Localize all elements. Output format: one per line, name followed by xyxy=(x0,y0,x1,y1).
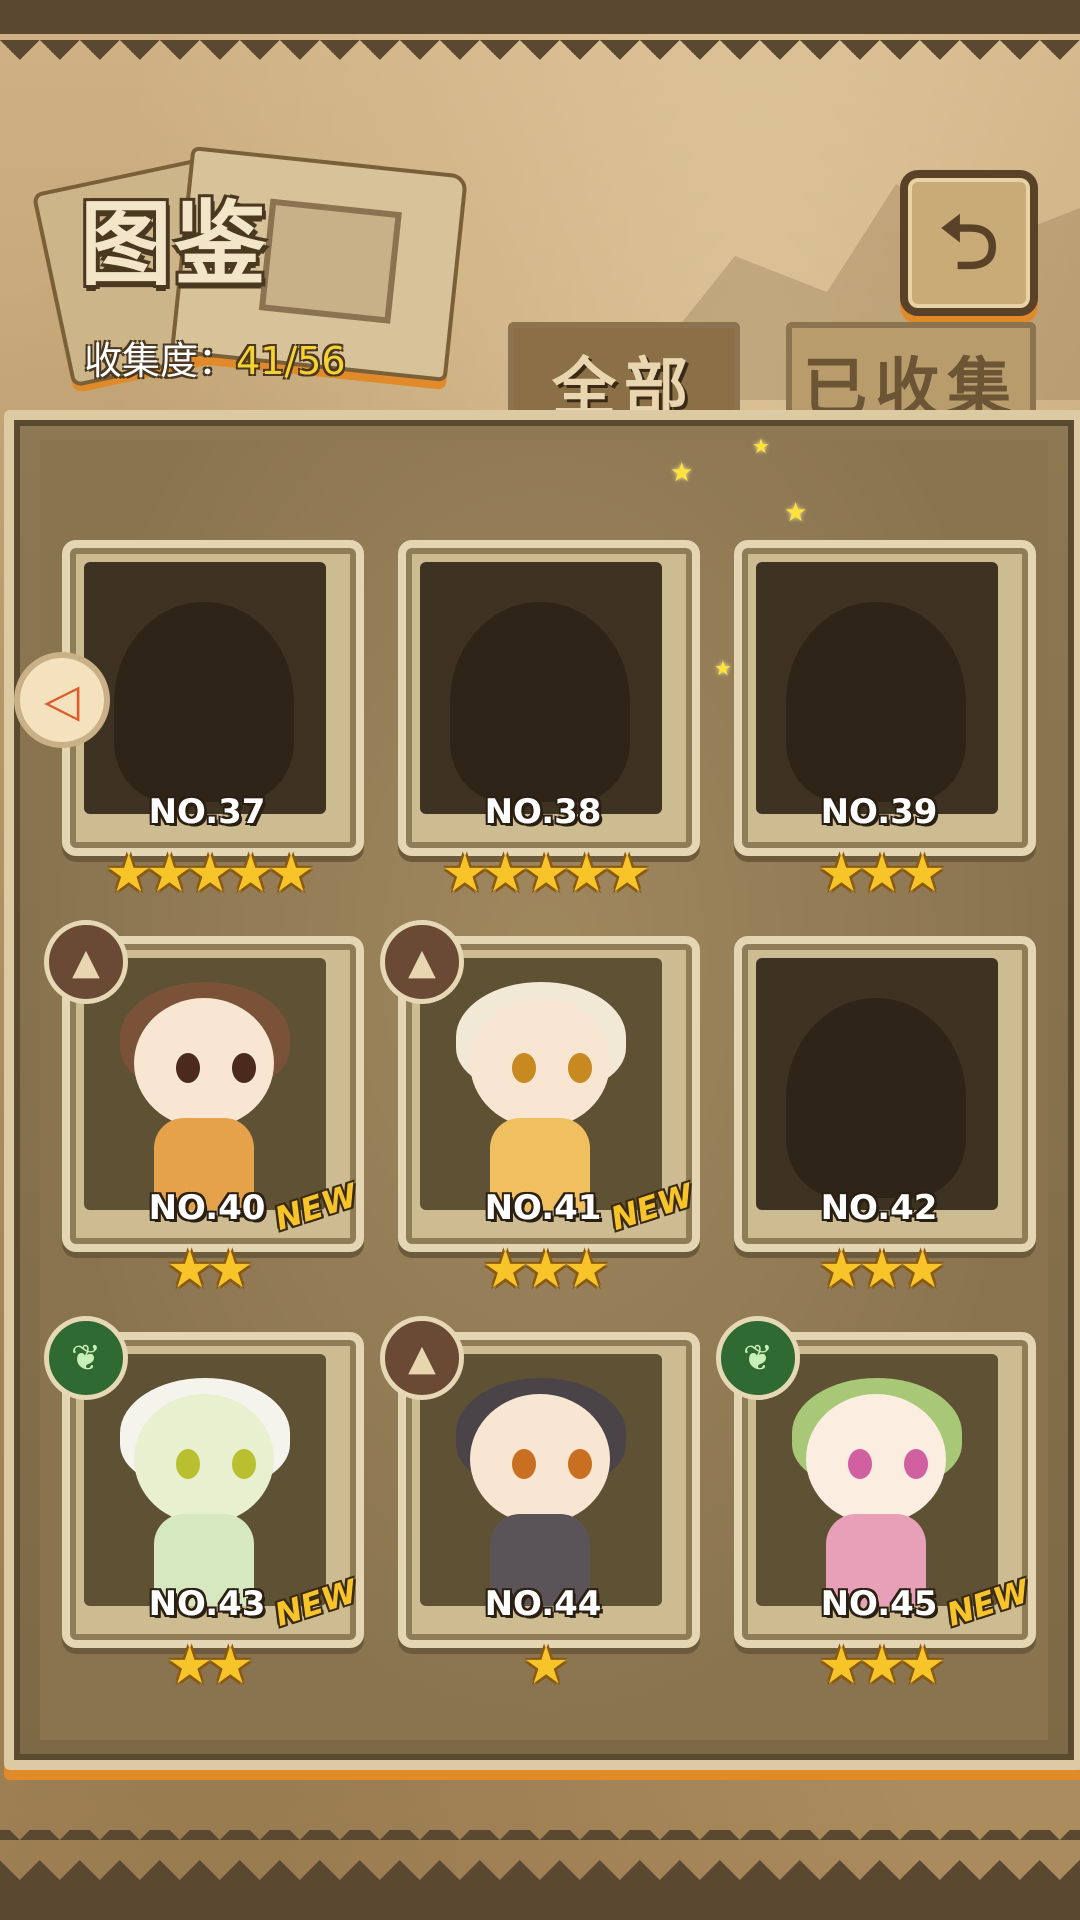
sparkle-icon: ★ xyxy=(752,434,770,458)
card-stars: ★★★ xyxy=(818,844,946,904)
character-eye xyxy=(512,1449,536,1479)
card-stars: ★★ xyxy=(166,1636,253,1696)
chevron-left-icon: ◁ xyxy=(44,673,80,727)
bottom-zigzag-border xyxy=(0,1830,1080,1920)
character-silhouette xyxy=(114,602,294,802)
character-eye xyxy=(176,1053,200,1083)
character-eye xyxy=(232,1449,256,1479)
element-leaf-icon: ❦ xyxy=(44,1316,128,1400)
sparkle-icon: ★ xyxy=(670,458,694,488)
page-title: 图鉴 xyxy=(80,191,269,298)
element-mountain-icon: ▲ xyxy=(380,1316,464,1400)
card-portrait xyxy=(420,1354,662,1606)
card-no42[interactable]: NO.42 ★★★ xyxy=(720,926,1038,1306)
card-no41[interactable]: ▲ NO.41 NEW ★★★ xyxy=(380,920,702,1306)
card-portrait-locked xyxy=(420,562,662,814)
character-eye xyxy=(232,1053,256,1083)
card-portrait-locked xyxy=(756,562,998,814)
card-number: NO.38 xyxy=(484,792,602,832)
card-stars: ★ xyxy=(522,1636,570,1696)
card-portrait xyxy=(756,1354,998,1606)
card-portrait xyxy=(84,958,326,1210)
character-silhouette xyxy=(786,602,966,802)
return-arrow-icon: ⮌ xyxy=(939,200,999,286)
card-portrait xyxy=(420,958,662,1210)
card-portrait-locked xyxy=(756,958,998,1210)
card-stars: ★★★★★ xyxy=(105,844,314,904)
card-stars: ★★★ xyxy=(482,1240,610,1300)
card-no38[interactable]: NO.38 ★★★★★ xyxy=(384,530,702,910)
character-eye xyxy=(512,1053,536,1083)
collection-value: 41/56 xyxy=(236,339,346,383)
card-stars: ★★ xyxy=(166,1240,253,1300)
character-eye xyxy=(848,1449,872,1479)
character-eye xyxy=(176,1449,200,1479)
card-number: NO.37 xyxy=(148,792,266,832)
character-eye xyxy=(568,1449,592,1479)
card-number: NO.44 xyxy=(484,1584,602,1624)
card-no44[interactable]: ▲ NO.44 ★ xyxy=(380,1316,702,1702)
character-silhouette xyxy=(450,602,630,802)
card-portrait xyxy=(84,1354,326,1606)
element-mountain-icon: ▲ xyxy=(44,920,128,1004)
card-no40[interactable]: ▲ NO.40 NEW ★★ xyxy=(44,920,366,1306)
card-number: NO.42 xyxy=(820,1188,938,1228)
card-no39[interactable]: NO.39 ★★★ xyxy=(720,530,1038,910)
collection-progress: 收集度：41/56 xyxy=(84,330,346,385)
card-stars: ★★★ xyxy=(818,1240,946,1300)
card-stars: ★★★★★ xyxy=(441,844,650,904)
card-portrait-locked xyxy=(84,562,326,814)
scroll-left-button[interactable]: ◁ xyxy=(14,652,110,748)
back-button[interactable]: ⮌ xyxy=(900,170,1038,316)
collection-label: 收集度： xyxy=(84,339,237,383)
element-mountain-icon: ▲ xyxy=(380,920,464,1004)
character-eye xyxy=(904,1449,928,1479)
sparkle-icon: ★ xyxy=(784,498,808,528)
card-number: NO.39 xyxy=(820,792,938,832)
element-leaf-icon: ❦ xyxy=(716,1316,800,1400)
character-eye xyxy=(568,1053,592,1083)
card-stars: ★★★ xyxy=(818,1636,946,1696)
card-no45[interactable]: ❦ NO.45 NEW ★★★ xyxy=(716,1316,1038,1702)
card-no43[interactable]: ❦ NO.43 NEW ★★ xyxy=(44,1316,366,1702)
character-silhouette xyxy=(786,998,966,1198)
top-zigzag-border xyxy=(0,0,1080,70)
